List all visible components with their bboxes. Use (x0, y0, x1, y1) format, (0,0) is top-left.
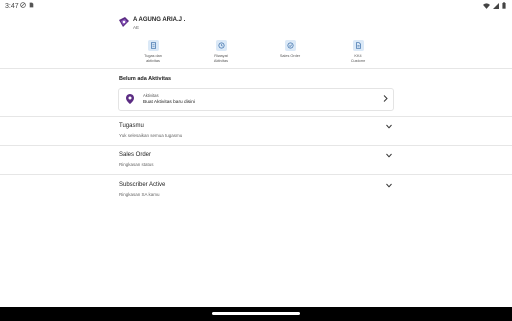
shortcut-tasks[interactable]: Tugas dan aktivitas (133, 40, 173, 63)
sim-card-icon (29, 2, 34, 8)
user-name: A AGUNG ARIA.J . (133, 17, 186, 23)
accordion-subtitle: Ringkasan status (119, 162, 154, 167)
shortcut-label: KK4 (354, 54, 362, 58)
wifi-icon (483, 2, 490, 9)
home-gesture-handle[interactable] (212, 312, 300, 315)
activity-card-title: Aktivitas (143, 93, 159, 98)
activity-card-description: Buat Aktivitas baru disini (143, 100, 195, 105)
clipboard-icon (147, 40, 159, 51)
shortcut-label: Customr (350, 58, 366, 63)
status-bar: 3:47 (0, 0, 512, 14)
chevron-down-icon[interactable] (386, 153, 392, 158)
chevron-down-icon[interactable] (386, 183, 392, 188)
divider (0, 116, 512, 117)
user-role: AE (133, 25, 140, 30)
accordion-title: Subscriber Active (119, 182, 166, 188)
accordion-subtitle: Ringkasan SA kamu (119, 192, 160, 197)
shortcut-label: Riwayat (214, 54, 228, 58)
shortcut-kk4-customer[interactable]: KK4 Customr (338, 40, 378, 63)
battery-icon (502, 2, 506, 9)
history-icon (215, 40, 227, 51)
chevron-right-icon (383, 95, 388, 102)
activity-section-title: Belum ada Aktivitas (119, 76, 172, 82)
chevron-down-icon[interactable] (386, 124, 392, 129)
shortcut-label: Aktivitas (213, 58, 229, 63)
check-circle-icon (284, 40, 296, 51)
shortcut-label: Tugas dan (144, 54, 162, 58)
system-navigation-bar (0, 307, 512, 321)
app-logo-icon (119, 17, 129, 27)
shortcut-label: Sales Order (279, 54, 301, 58)
accordion-subtitle: Yuk selesaikan semua tugasmu (119, 133, 183, 138)
shortcut-sales-order[interactable]: Sales Order (270, 40, 310, 59)
accordion-title: Sales Order (119, 152, 152, 158)
profile-header: A AGUNG ARIA.J . AE (118, 15, 398, 40)
document-icon (352, 40, 364, 51)
do-not-disturb-icon (20, 2, 26, 8)
status-time: 3:47 (5, 3, 19, 10)
location-pin-icon (126, 94, 134, 104)
divider (0, 145, 512, 146)
create-activity-card[interactable]: Aktivitas Buat Aktivitas baru disini (118, 88, 394, 111)
shortcut-label: aktivitas (146, 58, 160, 63)
divider (0, 174, 512, 175)
accordion-title: Tugasmu (119, 123, 144, 129)
shortcut-activity-history[interactable]: Riwayat Aktivitas (201, 40, 241, 63)
divider (0, 68, 512, 69)
signal-icon (493, 2, 499, 9)
